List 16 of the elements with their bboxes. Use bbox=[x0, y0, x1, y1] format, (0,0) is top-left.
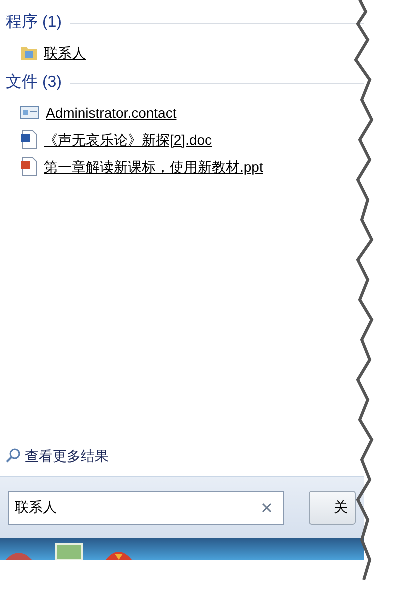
folder-icon bbox=[20, 44, 38, 62]
app-icon[interactable] bbox=[54, 542, 84, 560]
section-heading: 程序 (1) bbox=[6, 12, 62, 33]
search-field[interactable]: 联系人 bbox=[8, 490, 284, 524]
clear-icon[interactable] bbox=[262, 502, 272, 512]
presentation-icon bbox=[20, 157, 38, 177]
result-link[interactable]: Administrator.contact bbox=[46, 102, 177, 124]
shutdown-button[interactable]: 关 bbox=[308, 490, 356, 524]
result-link[interactable]: 《声无哀乐论》新探[2].doc bbox=[44, 130, 212, 150]
word-document-icon bbox=[20, 130, 38, 150]
more-results-link[interactable]: 查看更多结果 bbox=[25, 446, 109, 466]
search-icon bbox=[5, 448, 21, 464]
contact-card-icon bbox=[20, 105, 40, 121]
section-heading: 文件 (3) bbox=[6, 72, 62, 93]
result-link[interactable]: 第一章解读新课标，使用新教材.ppt bbox=[44, 156, 264, 178]
result-link[interactable]: 联系人 bbox=[44, 42, 86, 64]
